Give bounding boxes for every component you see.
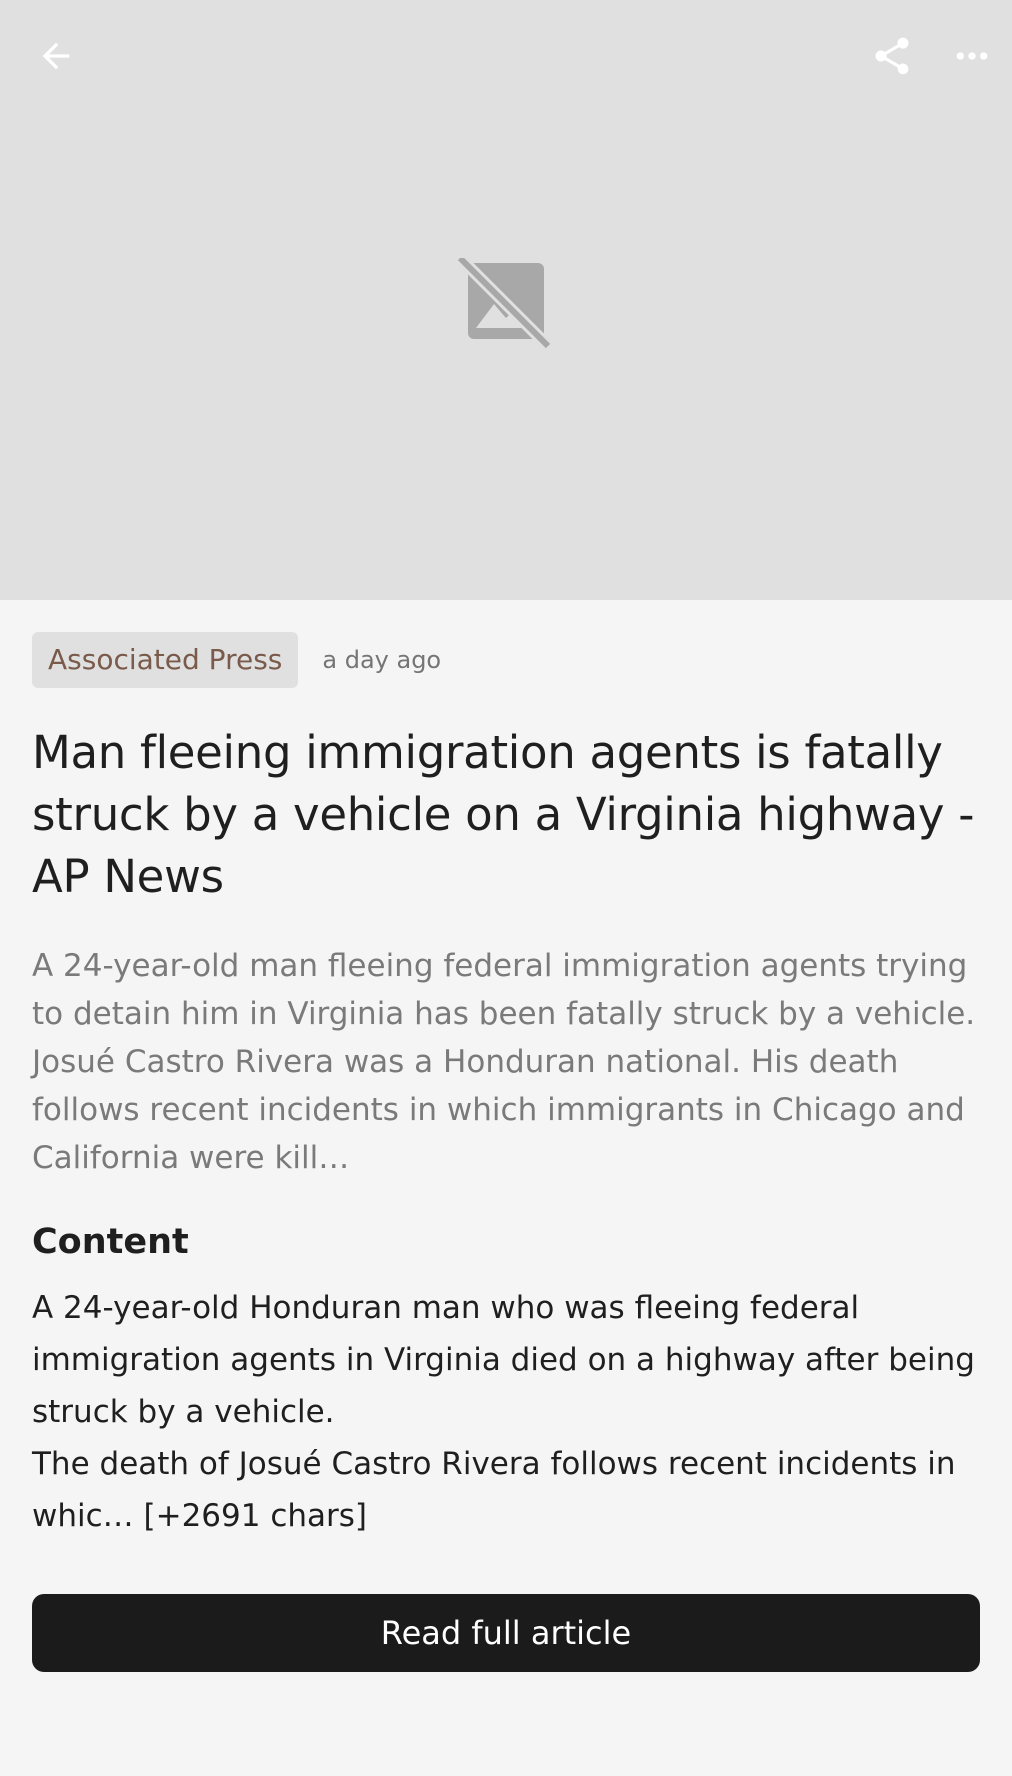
more-options-button[interactable] — [936, 20, 1008, 92]
article-summary: A 24-year-old man fleeing federal immigr… — [32, 948, 976, 1176]
body-paragraph: The death of Josué Castro Rivera follows… — [32, 1446, 956, 1534]
publish-time: a day ago — [322, 646, 442, 674]
share-button[interactable] — [856, 20, 928, 92]
article-content: Associated Press a day ago Man fleeing i… — [32, 632, 980, 1542]
body-paragraph: A 24-year-old Honduran man who was fleei… — [32, 1290, 975, 1430]
share-icon — [875, 37, 909, 75]
hero-image-placeholder — [0, 0, 1012, 600]
article-detail-screen: Associated Press a day ago Man fleeing i… — [0, 0, 1012, 1776]
arrow-back-icon — [42, 42, 70, 70]
article-meta: Associated Press a day ago — [32, 632, 980, 688]
source-badge[interactable]: Associated Press — [32, 632, 299, 688]
article-body: A 24-year-old Honduran man who was fleei… — [32, 1282, 980, 1542]
back-button[interactable] — [20, 20, 92, 92]
article-title: Man fleeing immigration agents is fatall… — [32, 726, 975, 903]
image-not-supported-icon — [456, 258, 553, 348]
content-heading: Content — [32, 1222, 189, 1262]
more-horizontal-icon — [956, 52, 988, 60]
read-full-article-button[interactable]: Read full article — [32, 1594, 980, 1672]
